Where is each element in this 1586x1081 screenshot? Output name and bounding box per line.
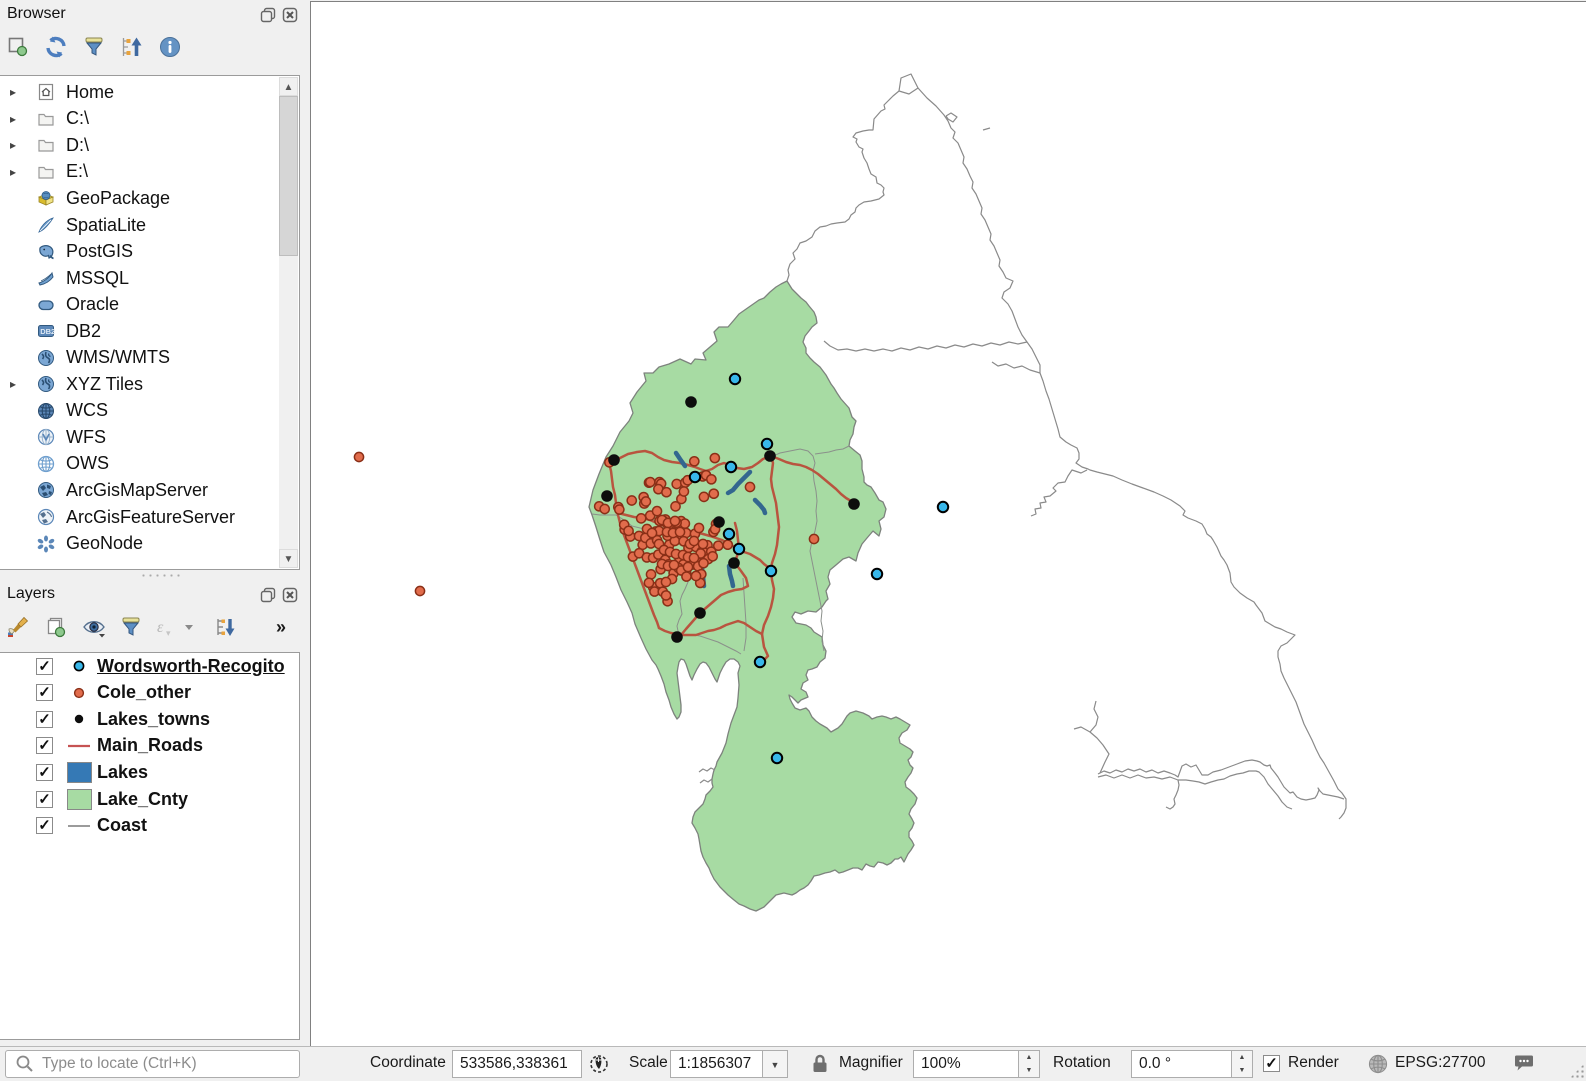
svg-text:▾: ▾ xyxy=(166,628,171,638)
svg-text:DB2: DB2 xyxy=(40,327,55,336)
svg-text:ε: ε xyxy=(157,619,164,636)
